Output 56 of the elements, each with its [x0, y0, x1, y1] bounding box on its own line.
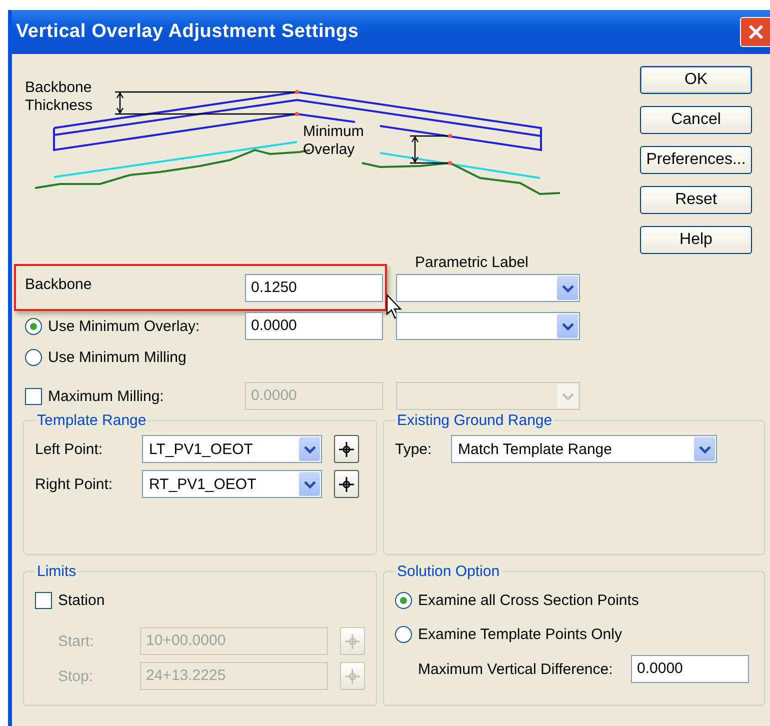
field-label: Stop: — [57, 668, 94, 684]
radio-button[interactable] — [25, 348, 42, 366]
dropdown[interactable]: LT_PV1_OEOT — [142, 435, 322, 463]
chevron-icon — [557, 276, 578, 300]
radio-label: Use Minimum Milling — [48, 348, 186, 366]
chevron-icon — [694, 437, 715, 461]
chevron-icon — [557, 314, 578, 338]
chevron-icon — [299, 437, 320, 461]
checkbox-label: Maximum Milling: — [48, 388, 164, 404]
column-header: Parametric Label — [415, 254, 528, 271]
chevron-icon — [299, 472, 320, 496]
field-label: Right Point: — [35, 476, 114, 492]
dropdown[interactable]: Match Template Range — [451, 435, 717, 463]
group-title: Template Range — [36, 412, 148, 429]
field-label: Start: — [57, 632, 95, 650]
overlay-dimension — [409, 135, 451, 164]
input-field[interactable]: 0.0000 — [245, 312, 383, 340]
crosshair-icon — [345, 634, 360, 648]
chevron-icon — [557, 384, 578, 408]
crosshair-icon — [339, 476, 354, 492]
crosshair-button[interactable] — [334, 435, 359, 463]
close-button[interactable] — [740, 17, 770, 47]
dialog-button[interactable]: Preferences... — [640, 146, 752, 174]
checkbox-label: Station — [58, 592, 105, 608]
crosshair-button[interactable] — [334, 470, 359, 498]
dropdown[interactable] — [396, 274, 580, 302]
dialog-button[interactable]: OK — [640, 66, 752, 94]
crosshair-icon — [345, 668, 360, 684]
input-field[interactable]: 0.0000 — [631, 655, 749, 683]
field-label: Backbone — [25, 276, 92, 292]
diagram-label: Backbone — [25, 79, 92, 96]
dropdown[interactable]: RT_PV1_OEOT — [142, 470, 322, 498]
checkbox[interactable] — [35, 592, 52, 608]
diagram-label: Thickness — [25, 97, 93, 114]
dialog-button[interactable]: Reset — [640, 186, 752, 214]
crosshair-icon — [339, 442, 354, 456]
input-field[interactable]: 0.1250 — [245, 274, 383, 302]
dialog-button[interactable]: Help — [640, 226, 752, 254]
diagram-label: Overlay — [303, 141, 355, 158]
field-label: Type: — [395, 440, 433, 458]
group-title: Limits — [36, 563, 78, 580]
close-icon — [746, 23, 764, 41]
radio-button[interactable] — [395, 626, 412, 642]
group-title: Existing Ground Range — [396, 412, 554, 429]
group-title: Solution Option — [396, 563, 501, 580]
dropdown[interactable] — [396, 312, 580, 340]
radio-label: Use Minimum Overlay: — [48, 318, 200, 334]
diagram-label: Minimum — [303, 123, 364, 140]
radio-label: Examine Template Points Only — [418, 626, 622, 642]
window-title: Vertical Overlay Adjustment Settings — [16, 21, 359, 43]
radio-button[interactable] — [395, 592, 412, 608]
field-label: Maximum Vertical Difference: — [418, 660, 614, 678]
dialog-button[interactable]: Cancel — [640, 106, 752, 134]
field-label: Left Point: — [35, 440, 104, 458]
radio-label: Examine all Cross Section Points — [418, 592, 639, 608]
radio-button[interactable] — [25, 318, 42, 334]
